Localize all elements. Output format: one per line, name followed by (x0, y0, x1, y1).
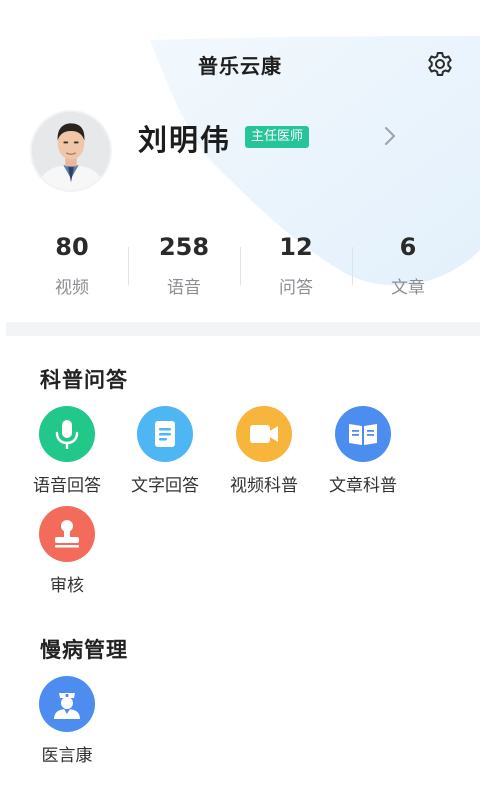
open-book-icon (335, 406, 391, 462)
tool-text-answer[interactable]: 文字回答 (115, 406, 215, 496)
stat-label: 视频 (55, 278, 89, 298)
document-icon (137, 406, 193, 462)
stat-value: 12 (279, 233, 313, 261)
tool-label: 文字回答 (131, 476, 199, 496)
avatar[interactable] (30, 110, 112, 192)
stat-label: 语音 (167, 278, 201, 298)
doctor-profile[interactable]: 刘明伟 主任医师 (0, 110, 480, 194)
stats-row: 80 视频 258 语音 12 问答 6 文章 (16, 230, 464, 300)
tool-article-science[interactable]: 文章科普 (313, 406, 413, 496)
title-badge: 主任医师 (245, 126, 310, 148)
stat-label: 文章 (391, 278, 425, 298)
settings-gear-icon[interactable] (426, 50, 454, 78)
tool-label: 视频科普 (230, 476, 298, 496)
stat-qa[interactable]: 12 问答 (240, 230, 352, 300)
tool-video-science[interactable]: 视频科普 (214, 406, 314, 496)
section-title-chronic-management: 慢病管理 (40, 638, 128, 662)
tool-label: 医言康 (41, 746, 93, 766)
stat-value: 6 (399, 233, 417, 261)
microphone-icon (39, 406, 95, 462)
tool-label: 文章科普 (329, 476, 397, 496)
nurse-icon (39, 676, 95, 732)
video-camera-icon (236, 406, 292, 462)
stat-value: 80 (55, 233, 89, 261)
stat-audio[interactable]: 258 语音 (128, 230, 240, 300)
chevron-right-icon[interactable] (382, 124, 398, 148)
stat-label: 问答 (279, 278, 313, 298)
tool-label: 语音回答 (33, 476, 101, 496)
doctor-name: 刘明伟 (138, 123, 232, 157)
section-title-science-qa: 科普问答 (40, 368, 128, 392)
stat-value: 258 (158, 233, 210, 261)
stat-article[interactable]: 6 文章 (352, 230, 464, 300)
stat-video[interactable]: 80 视频 (16, 230, 128, 300)
app-title: 普乐云康 (198, 54, 282, 78)
tool-review[interactable]: 审核 (17, 506, 117, 596)
tool-yiyankang[interactable]: 医言康 (17, 676, 117, 766)
section-divider (6, 322, 480, 336)
top-bar: 普乐云康 (0, 42, 480, 86)
stamp-icon (39, 506, 95, 562)
tool-label: 审核 (50, 576, 84, 596)
tool-voice-answer[interactable]: 语音回答 (17, 406, 117, 496)
